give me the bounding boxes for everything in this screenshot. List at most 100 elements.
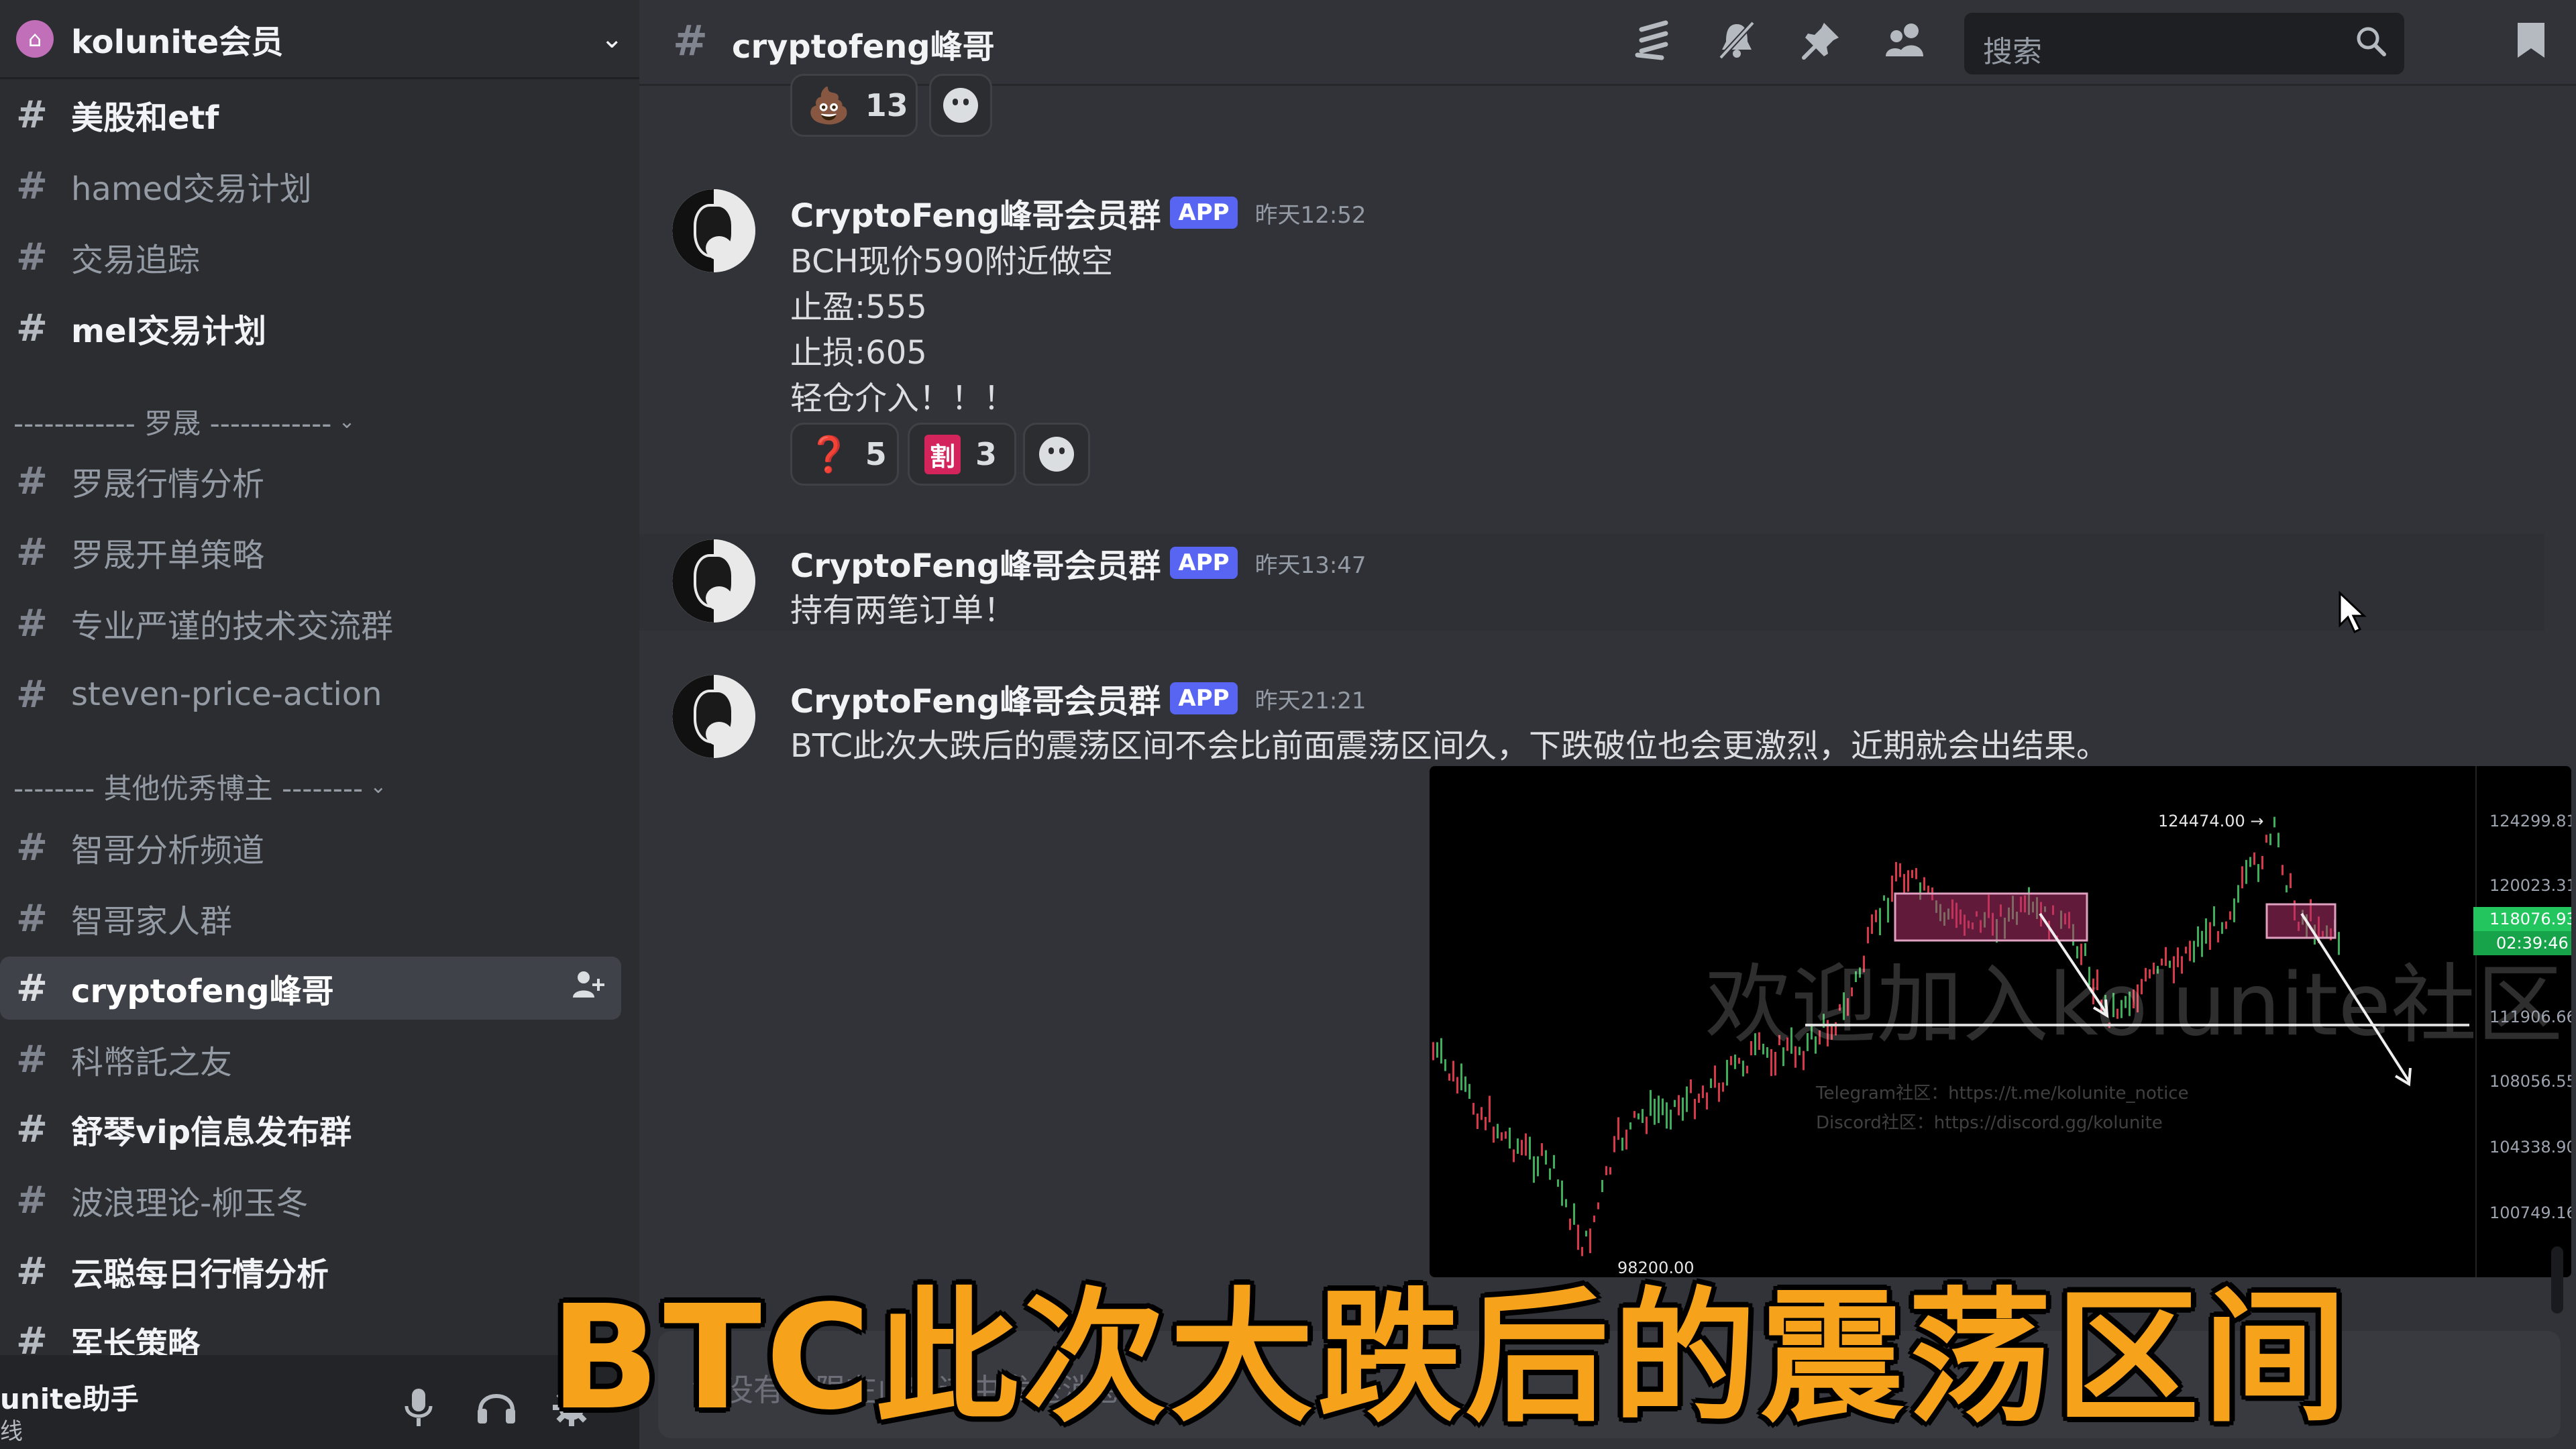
channel-item[interactable]: # 美股和etf [0,83,621,146]
candle [2290,873,2292,888]
candle [2197,926,2199,947]
candle [2237,885,2239,903]
hash-icon: # [16,306,48,350]
avatar[interactable] [672,675,755,758]
threads-icon[interactable] [1632,20,1675,70]
hash-icon: # [16,896,48,941]
message-author[interactable]: CryptoFeng峰哥会员群 [790,675,1161,722]
server-header[interactable]: ⌂ kolunite会员 ⌄ [0,0,639,79]
channel-topbar: # cryptofeng峰哥 搜索 [639,0,2576,86]
candle [1646,1116,1648,1134]
hash-icon: # [16,825,48,869]
channel-item[interactable]: # 舒琴vip信息发布群 [0,1097,621,1161]
inbox-icon[interactable] [2515,20,2547,70]
candle [1625,1129,1627,1150]
channel-item[interactable]: # 云聪每日行情分析 [0,1240,621,1303]
candle [2217,930,2219,943]
pin-icon[interactable] [1801,20,1841,70]
candle [1452,1061,1454,1082]
candle [1529,1136,1531,1160]
candle [1440,1038,1442,1064]
channel-item[interactable]: # 罗晟行情分析 [0,449,621,513]
channel-label: 波浪理论-柳玉冬 [71,1185,309,1222]
candle [1436,1042,1438,1058]
app-badge: APP [1170,547,1238,579]
channel-item[interactable]: # 波浪理论-柳玉冬 [0,1169,621,1232]
candle [1746,1065,1748,1074]
headphones-icon[interactable] [476,1387,517,1434]
hash-icon: # [673,16,708,65]
poop-emoji-icon: 💩 [807,85,851,126]
candle [1694,1099,1696,1120]
candle [1658,1095,1660,1124]
notification-muted-icon[interactable] [1717,20,1757,70]
channel-item[interactable]: # 智哥分析频道 [0,816,621,879]
price-tick-label: 124299.81 [2489,812,2571,830]
channel-label: 美股和etf [71,99,219,137]
channel-item[interactable]: # 科幣託之友 [0,1028,621,1091]
reaction-chip[interactable]: 割 3 [908,423,1016,486]
channel-label: steven-price-action [71,676,382,713]
chevron-down-icon: ⌄ [370,774,387,798]
username[interactable]: unite助手 [0,1377,139,1417]
channel-item[interactable]: # 智哥家人群 [0,887,621,950]
candle [1593,1216,1595,1222]
scrollbar[interactable] [2551,1246,2563,1313]
message-timestamp: 昨天13:47 [1254,551,1366,579]
candle [2084,943,2086,957]
channel-item[interactable]: # steven-price-action [0,663,621,726]
channel-label: cryptofeng峰哥 [71,973,334,1010]
candle [1521,1140,1523,1156]
candle [2205,918,2207,944]
message-author[interactable]: CryptoFeng峰哥会员群 [790,189,1161,236]
price-tick-label: 100749.16 [2489,1203,2571,1222]
reaction-chip[interactable]: ❓ 5 [790,423,899,486]
app-badge: APP [1170,197,1238,229]
avatar[interactable] [672,539,755,623]
candle [1718,1083,1720,1102]
server-home-icon: ⌂ [16,19,54,58]
category-header[interactable]: ------------ 罗晟 ------------ ⌄ [13,401,356,441]
watermark-text: 欢迎加入kolunite社区 [1705,955,2563,1055]
candle [1565,1199,1567,1208]
attached-chart-image[interactable]: 欢迎加入kolunite社区 Telegram社区：https://t.me/ko… [1430,766,2571,1277]
avatar[interactable] [672,189,755,272]
channel-item[interactable]: # 罗晟开单策略 [0,521,621,584]
candle [2265,835,2267,843]
channel-item[interactable]: # hamed交易计划 [0,154,621,217]
message-timestamp: 昨天12:52 [1254,201,1366,229]
candle [1642,1109,1644,1123]
candle [1738,1057,1740,1064]
channel-item[interactable]: # 交易追踪 [0,225,621,288]
mic-icon[interactable] [402,1387,435,1437]
mouse-cursor-icon [2339,590,2367,634]
channel-item[interactable]: # 专业严谨的技术交流群 [0,592,621,655]
hash-icon: # [16,1037,48,1081]
candle [1883,895,1885,901]
add-reaction-button[interactable] [929,74,992,137]
candle [1609,1167,1611,1175]
price-tick-label: 111906.66 [2489,1008,2571,1026]
telegram-link-text: Telegram社区：https://t.me/kolunite_notice [1815,1083,2189,1104]
add-member-icon[interactable] [572,969,605,1008]
channel-item[interactable]: # mel交易计划 [0,297,621,360]
search-input[interactable]: 搜索 [1964,13,2404,74]
candle [1432,1042,1434,1061]
candle [1493,1126,1495,1143]
candle [1629,1122,1631,1130]
price-tick-label: 108056.55 [2489,1072,2571,1091]
candle [2225,921,2227,929]
category-header[interactable]: -------- 其他优秀博主 -------- ⌄ [13,766,386,806]
candle [2253,852,2255,865]
candle [1670,1110,1672,1130]
candle [2286,885,2288,893]
message-author[interactable]: CryptoFeng峰哥会员群 [790,539,1161,586]
channel-label: mel交易计划 [71,313,267,350]
channel-item-active[interactable]: # cryptofeng峰哥 [0,957,621,1020]
reaction-chip[interactable]: 💩 13 [790,74,918,137]
members-icon[interactable] [1884,20,1927,70]
chevron-down-icon[interactable]: ⌄ [600,23,623,54]
discord-link-text: Discord社区：https://discord.gg/kolunite [1816,1113,2163,1133]
candle [1702,1085,1704,1098]
add-reaction-button[interactable] [1023,423,1090,486]
